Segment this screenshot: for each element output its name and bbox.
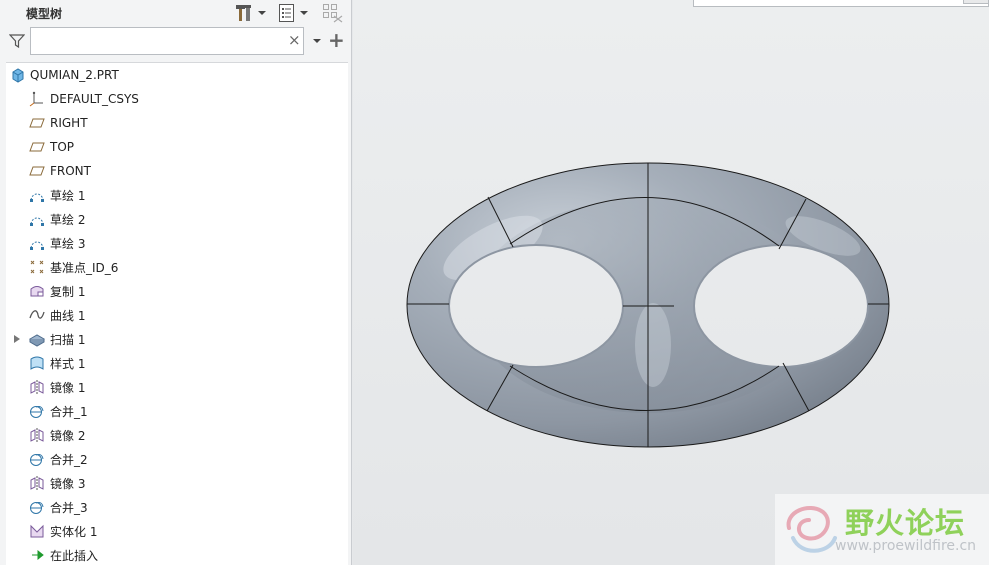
tree-item[interactable]: 样式 1	[6, 351, 348, 375]
tree-item-label: QUMIAN_2.PRT	[30, 68, 119, 82]
tree-item-label: 样式 1	[50, 356, 86, 371]
settings-tools-button[interactable]	[234, 3, 266, 23]
model-tree-filter-row: × +	[0, 26, 352, 58]
datum-plane-icon	[28, 114, 46, 132]
sweep-icon	[28, 330, 46, 348]
tree-item[interactable]: 合并_3	[6, 495, 348, 519]
tree-item-label: 草绘 1	[50, 188, 86, 203]
model-tree: QUMIAN_2.PRT DEFAULT_CSYS RIGHT TOP FRONT 草绘 …	[6, 62, 348, 565]
tree-item[interactable]: 曲线 1	[6, 303, 348, 327]
tree-item[interactable]: 镜像 2	[6, 423, 348, 447]
mirror-icon	[28, 378, 46, 396]
tree-item-label: 镜像 1	[50, 380, 86, 395]
chevron-down-icon	[258, 11, 266, 15]
tree-item-label: 镜像 2	[50, 428, 86, 443]
tree-item[interactable]: 草绘 1	[6, 183, 348, 207]
tree-item-label: 合并_1	[50, 404, 88, 419]
datum-plane-icon	[28, 138, 46, 156]
sketch-icon	[28, 210, 46, 228]
tree-item-label: 草绘 2	[50, 212, 86, 227]
model-tree-header: 模型树	[0, 0, 352, 26]
sketch-icon	[28, 186, 46, 204]
curve-icon	[28, 306, 46, 324]
watermark: 野火论坛 www.proewildfire.cn	[775, 494, 989, 565]
model-tree-title: 模型树	[26, 7, 63, 21]
mirror-icon	[28, 474, 46, 492]
tree-item-label: 合并_3	[50, 500, 88, 515]
tree-item[interactable]: RIGHT	[6, 111, 348, 135]
tree-item-label: FRONT	[50, 164, 91, 178]
tree-item-label: DEFAULT_CSYS	[50, 92, 139, 106]
hammer-icon	[236, 5, 251, 21]
tree-item-label: 复制 1	[50, 284, 86, 299]
tree-item[interactable]: 复制 1	[6, 279, 348, 303]
tree-item[interactable]: 实体化 1	[6, 519, 348, 543]
filter-icon[interactable]	[9, 33, 25, 49]
style-icon	[28, 354, 46, 372]
model-tree-search-input[interactable]	[30, 27, 304, 55]
csys-icon	[28, 90, 46, 108]
list-icon	[279, 4, 294, 22]
part-model-render[interactable]	[353, 0, 989, 565]
tree-item[interactable]: 草绘 2	[6, 207, 348, 231]
tree-item[interactable]: 合并_1	[6, 399, 348, 423]
merge-icon	[28, 402, 46, 420]
tree-item[interactable]: 扫描 1	[6, 327, 348, 351]
tree-item-label: RIGHT	[50, 116, 88, 130]
tree-item[interactable]: FRONT	[6, 159, 348, 183]
chevron-down-icon[interactable]	[313, 39, 321, 43]
watermark-url: www.proewildfire.cn	[835, 538, 977, 554]
tree-item[interactable]: DEFAULT_CSYS	[6, 87, 348, 111]
part-icon	[9, 66, 27, 84]
copy-surface-icon	[28, 282, 46, 300]
tree-item-label: 基准点_ID_6	[50, 260, 119, 275]
chevron-down-icon	[300, 11, 308, 15]
tree-layout-button[interactable]	[322, 3, 344, 23]
datum-point-icon	[28, 258, 46, 276]
tree-item[interactable]: 草绘 3	[6, 231, 348, 255]
tree-item-label: 合并_2	[50, 452, 88, 467]
graphics-viewport[interactable]: 野火论坛 www.proewildfire.cn	[353, 0, 989, 565]
tree-item-label: 扫描 1	[50, 332, 86, 347]
expand-arrow-icon[interactable]	[14, 335, 20, 343]
clear-icon[interactable]: ×	[288, 33, 301, 48]
tree-item[interactable]: 镜像 3	[6, 471, 348, 495]
merge-icon	[28, 498, 46, 516]
mirror-icon	[28, 426, 46, 444]
tree-item[interactable]: 合并_2	[6, 447, 348, 471]
tree-item-label: 镜像 3	[50, 476, 86, 491]
merge-icon	[28, 450, 46, 468]
tree-item-label: TOP	[50, 140, 75, 154]
tree-item-label: 草绘 3	[50, 236, 86, 251]
tree-item[interactable]: 镜像 1	[6, 375, 348, 399]
tree-layout-icon	[323, 4, 343, 23]
add-icon[interactable]: +	[328, 30, 345, 50]
tree-item[interactable]: QUMIAN_2.PRT	[6, 63, 348, 87]
tree-item[interactable]: 在此插入	[6, 543, 348, 565]
model-tree-panel: 模型树 × + QUMIAN_2.PRT DEFAULT_CSYS RIGHT …	[0, 0, 352, 565]
show-options-button[interactable]	[278, 3, 308, 23]
tree-item-label: 曲线 1	[50, 308, 86, 323]
watermark-brand: 野火论坛	[845, 506, 966, 540]
solidify-icon	[28, 522, 46, 540]
tree-item[interactable]: 基准点_ID_6	[6, 255, 348, 279]
tree-item[interactable]: TOP	[6, 135, 348, 159]
tree-item-label: 在此插入	[50, 548, 99, 563]
swirl-logo-icon	[786, 506, 837, 553]
sketch-icon	[28, 234, 46, 252]
datum-plane-icon	[28, 162, 46, 180]
tree-item-label: 实体化 1	[50, 524, 98, 539]
insert-here-arrow-icon	[28, 546, 46, 564]
